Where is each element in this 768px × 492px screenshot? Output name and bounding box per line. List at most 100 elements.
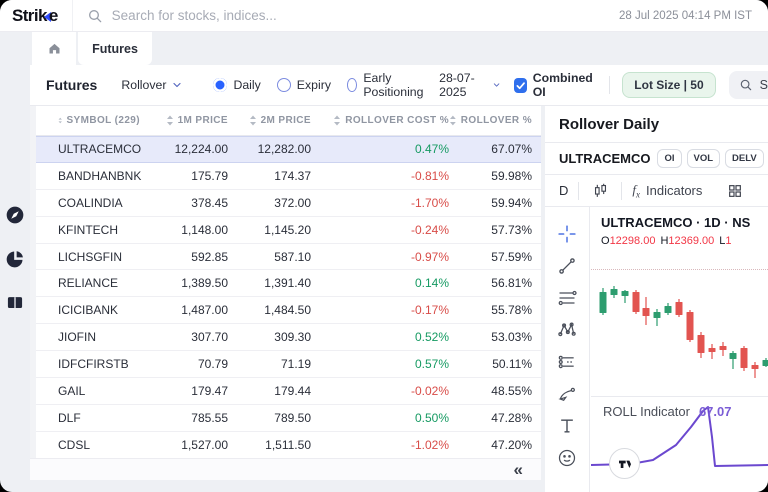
fib-retracement-tool-icon[interactable] (556, 287, 578, 309)
cell-rollover: 59.94% (449, 196, 532, 210)
book-icon[interactable] (5, 293, 25, 313)
table-row-bandhanbnk[interactable]: BANDHANBNK175.79174.37-0.81%59.98% (30, 163, 541, 190)
metric-pill-delv[interactable]: DELV (725, 149, 764, 168)
table-row-gail[interactable]: GAIL179.47179.44-0.02%48.55% (30, 378, 541, 405)
radio-daily[interactable]: Daily (213, 78, 260, 92)
cell-symbol: GAIL (30, 384, 140, 398)
divider (578, 182, 579, 200)
indicators-label: Indicators (646, 183, 702, 198)
column-header-2m-price[interactable]: 2M PRICE (228, 115, 311, 126)
table-row-jiofin[interactable]: JIOFIN307.70309.300.52%53.03% (30, 324, 541, 351)
checkbox-checked-icon (514, 78, 526, 93)
text-tool-icon[interactable] (556, 415, 578, 437)
cell-rollover: 50.11% (449, 357, 532, 371)
search-icon (87, 8, 103, 24)
cell-m1: 175.79 (140, 169, 228, 183)
cell-symbol: DLF (30, 411, 140, 425)
sort-icon (449, 115, 457, 126)
column-header-1m-price[interactable]: 1M PRICE (140, 115, 228, 126)
sort-icon (249, 115, 257, 126)
cell-cost: 0.14% (311, 276, 449, 290)
combined-oi-checkbox[interactable]: Combined OI (514, 71, 595, 99)
tab-home[interactable] (32, 32, 76, 65)
cell-symbol: RELIANCE (30, 276, 140, 290)
chart-toolbar: D fx Indicators (545, 175, 768, 207)
brush-tool-icon[interactable] (556, 383, 578, 405)
table-row-ultracemco[interactable]: ULTRACEMCO12,224.0012,282.000.47%67.07% (30, 136, 541, 163)
radio-circle-icon (347, 78, 357, 92)
roll-indicator-pane[interactable]: ROLL Indicator 67.07 (591, 396, 768, 492)
table-row-kfintech[interactable]: KFINTECH1,148.001,145.20-0.24%57.73% (30, 217, 541, 244)
fx-icon: fx (632, 182, 640, 200)
home-icon (47, 41, 62, 56)
cell-m1: 179.47 (140, 384, 228, 398)
metric-pill-oi[interactable]: OI (657, 149, 681, 168)
table-row-icicibank[interactable]: ICICIBANK1,487.001,484.50-0.17%55.78% (30, 297, 541, 324)
crosshair-tool-icon[interactable] (556, 223, 578, 245)
cell-m2: 179.44 (228, 384, 311, 398)
column-header-symbol-229-[interactable]: SYMBOL (229) (30, 115, 140, 126)
futures-table-panel: SYMBOL (229)1M PRICE2M PRICEROLLOVER COS… (30, 106, 541, 480)
cell-rollover: 67.07% (449, 142, 532, 156)
radio-early-positioning[interactable]: Early Positioning (347, 71, 427, 99)
cell-m2: 309.30 (228, 330, 311, 344)
collapse-panel-icon[interactable]: « (514, 461, 523, 478)
cell-m1: 1,389.50 (140, 276, 228, 290)
compass-icon[interactable] (5, 205, 25, 225)
cell-m2: 174.37 (228, 169, 311, 183)
column-header-rollover-cost-[interactable]: ROLLOVER COST % (311, 115, 449, 126)
cell-rollover: 57.59% (449, 250, 532, 264)
cell-rollover: 56.81% (449, 276, 532, 290)
global-search-input[interactable]: Search for stocks, indices... (72, 0, 619, 31)
radio-circle-icon (213, 78, 227, 92)
drawing-toolbar (545, 207, 590, 492)
layout-grid-icon[interactable] (724, 180, 746, 202)
cell-m2: 1,391.40 (228, 276, 311, 290)
sort-icon (166, 115, 174, 126)
radio-label: Early Positioning (363, 71, 427, 99)
table-row-dlf[interactable]: DLF785.55789.500.50%47.28% (30, 405, 541, 432)
table-search-input[interactable]: S (729, 71, 768, 99)
cell-rollover: 59.98% (449, 169, 532, 183)
toolbar-right-group: 28-07-2025 Combined OI Lot Size | 50 S (439, 71, 768, 99)
lot-size-button[interactable]: Lot Size | 50 (622, 72, 715, 98)
table-row-coalindia[interactable]: COALINDIA378.45372.00-1.70%59.94% (30, 190, 541, 217)
table-row-cdsl[interactable]: CDSL1,527.001,511.50-1.02%47.20% (30, 432, 541, 459)
candlestick-style-icon[interactable] (589, 180, 611, 202)
table-row-lichsgfin[interactable]: LICHSGFIN592.85587.10-0.97%57.59% (30, 244, 541, 271)
column-header-rollover-[interactable]: ROLLOVER % (449, 115, 532, 126)
rollover-view-dropdown[interactable]: Rollover (121, 78, 183, 92)
cell-cost: 0.50% (311, 411, 449, 425)
candles-layer (591, 207, 768, 395)
roll-indicator-value: 67.07 (699, 404, 732, 419)
chevron-down-icon (492, 79, 501, 91)
radio-label: Daily (233, 78, 260, 92)
candlestick-chart[interactable]: ULTRACEMCO · 1D · NS O12298.00H12369.00L… (591, 207, 768, 395)
pie-chart-icon[interactable] (5, 249, 25, 269)
tab-futures[interactable]: Futures (78, 32, 152, 65)
cell-rollover: 57.73% (449, 223, 532, 237)
trend-line-tool-icon[interactable] (556, 255, 578, 277)
metric-pill-vol[interactable]: VOL (687, 149, 721, 168)
date-dropdown[interactable]: 28-07-2025 (439, 71, 501, 99)
tradingview-logo[interactable] (609, 448, 640, 479)
app-window: Strike Search for stocks, indices... 28 … (0, 0, 768, 492)
cell-cost: -1.70% (311, 196, 449, 210)
emoji-tool-icon[interactable] (556, 447, 578, 469)
cell-symbol: ULTRACEMCO (30, 142, 140, 156)
table-row-reliance[interactable]: RELIANCE1,389.501,391.400.14%56.81% (30, 270, 541, 297)
rollover-detail-panel: Rollover Daily ULTRACEMCO OIVOLDELVBAS D… (545, 106, 768, 492)
chevron-down-icon (171, 79, 183, 91)
rollover-view-label: Rollover (121, 78, 166, 92)
app-logo[interactable]: Strike (0, 6, 72, 26)
metric-pill-group: OIVOLDELVBAS (657, 149, 768, 168)
xabcd-pattern-tool-icon[interactable] (556, 319, 578, 341)
position-tool-icon[interactable] (556, 351, 578, 373)
cell-m1: 1,527.00 (140, 438, 228, 452)
table-header-row: SYMBOL (229)1M PRICE2M PRICEROLLOVER COS… (30, 106, 541, 136)
interval-button[interactable]: D (559, 183, 568, 198)
table-row-idfcfirstb[interactable]: IDFCFIRSTB70.7971.190.57%50.11% (30, 351, 541, 378)
radio-expiry[interactable]: Expiry (277, 78, 331, 92)
indicators-button[interactable]: fx Indicators (632, 182, 702, 200)
divider (621, 182, 622, 200)
